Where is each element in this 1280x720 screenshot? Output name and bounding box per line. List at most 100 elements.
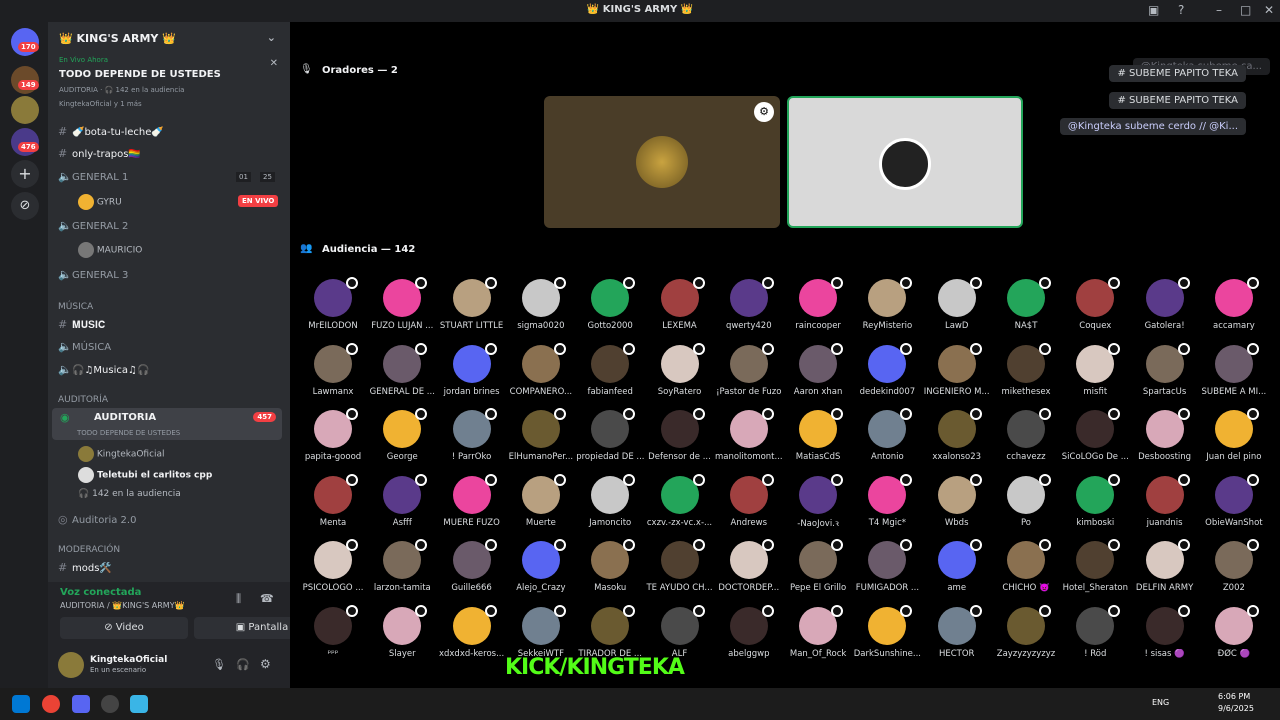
audience-member[interactable]: ame [923,539,991,593]
category-musica[interactable]: MÚSICA [58,302,93,312]
audience-member[interactable]: jordan brines [438,342,506,397]
audience-member[interactable]: Desboosting [1131,408,1199,462]
clock-date[interactable]: 9/6/2025 [1218,704,1254,713]
audience-member[interactable]: Muerte [507,473,575,528]
voice-user-mauricio[interactable]: MAURICIO [78,242,142,258]
notepad-icon[interactable] [130,695,148,713]
audience-member[interactable]: sigma0020 [507,277,575,331]
audience-member[interactable]: Jamoncito [576,473,644,528]
video-button[interactable]: ⊘ Video [60,617,188,639]
maximize-icon[interactable]: □ [1240,3,1251,17]
audience-member[interactable]: Masoku [576,539,644,593]
chevron-down-icon[interactable]: ⌄ [267,31,276,44]
audience-member[interactable]: ¡Pastor de Fuzo [715,342,783,397]
audience-member[interactable]: DELFIN ARMY [1131,539,1199,593]
audience-member[interactable]: CHICHO 👿 [992,539,1060,593]
speaker-tile[interactable]: ⚙ [544,96,780,228]
audience-member[interactable]: T4 Mgic* [853,473,921,528]
audience-member[interactable]: ElHumanoPer... [507,408,575,462]
audience-member[interactable]: Antonio [853,408,921,462]
audience-member[interactable]: TIRADOR DE ... [576,604,644,659]
audience-member[interactable]: Z002 [1200,539,1268,593]
audience-member[interactable]: Defensor de ... [646,408,714,462]
audience-member[interactable]: ᵖᵖᵖ [299,604,367,659]
stage-user-kingteka[interactable]: KingtekaOficial [78,446,165,462]
discord-icon[interactable] [72,695,90,713]
server-icon[interactable] [11,96,39,124]
audience-member[interactable]: Gatolera! [1131,277,1199,331]
stage-user-teletubi[interactable]: Teletubi el carlitos cpp [78,467,212,483]
audience-member[interactable]: Hotel_Sheraton [1061,539,1129,593]
audience-member[interactable]: Juan del pino [1200,408,1268,462]
clock-time[interactable]: 6:06 PM [1218,692,1250,701]
audience-member[interactable]: manolitomont... [715,408,783,462]
audience-member[interactable]: ! sisas 🟣 [1131,604,1199,659]
channel-music[interactable]: # 𝐌𝐔𝐒𝐈𝐂 [58,316,105,334]
audience-member[interactable]: PSICOLOGO ... [299,539,367,593]
audience-member[interactable]: FUMIGADOR ... [853,539,921,593]
audience-member[interactable]: Man_Of_Rock [784,604,852,659]
audience-member[interactable]: ! Röd [1061,604,1129,659]
chrome-icon[interactable] [42,695,60,713]
audience-member[interactable]: SiCoLOGo De ... [1061,408,1129,462]
audience-member[interactable]: propiedad DE ... [576,408,644,462]
audience-member[interactable]: STUART LITTLE [438,277,506,331]
audience-member[interactable]: DOCTORDEP... [715,539,783,593]
close-window-icon[interactable]: ✕ [1264,3,1274,17]
audience-member[interactable]: GENERAL DE ... [368,342,436,397]
audience-member[interactable]: MrEILODON [299,277,367,331]
audience-member[interactable]: TE AYUDO CH... [646,539,714,593]
audience-member[interactable]: INGENIERO M... [923,342,991,397]
voice-location[interactable]: AUDITORIA / 👑KING'S ARMY👑 [60,601,185,610]
server-header[interactable]: 👑 KING'S ARMY 👑 ⌄ [48,22,290,54]
audience-member[interactable]: Zayzyzyzyzyz [992,604,1060,659]
audience-member[interactable]: Po [992,473,1060,528]
audience-member[interactable]: xdxdxd-keros... [438,604,506,659]
audience-member[interactable]: Andrews [715,473,783,528]
audience-member[interactable]: COMPAÑERO... [507,342,575,397]
audience-member[interactable]: Pepe El Grillo [784,539,852,593]
channel-general1[interactable]: 🔈GENERAL 1 [58,168,128,186]
audience-member[interactable]: Wbds [923,473,991,528]
audience-member[interactable]: MatiasCdS [784,408,852,462]
headphones-icon[interactable]: 🎧 [236,658,250,671]
gear-icon[interactable]: ⚙ [260,657,271,671]
language-indicator[interactable]: ENG [1152,698,1169,707]
audience-member[interactable]: Alejo_Crazy [507,539,575,593]
inbox-icon[interactable]: ▣ [1148,3,1159,17]
audience-member[interactable]: dedekind007 [853,342,921,397]
mic-icon[interactable]: 🎙 [212,658,226,671]
audience-member[interactable]: fabianfeed [576,342,644,397]
soundboard-icon[interactable]: ⫼ [236,592,241,606]
audience-member[interactable]: Menta [299,473,367,528]
audience-member[interactable]: HÉCTOR [923,604,991,659]
audience-member[interactable]: SekkeiWTF [507,604,575,659]
audience-member[interactable]: LawD [923,277,991,331]
audience-member[interactable]: Asfff [368,473,436,528]
audience-member[interactable]: Slayer [368,604,436,659]
audience-member[interactable]: Lawmanx [299,342,367,397]
audience-member[interactable]: LEXEMA [646,277,714,331]
add-server-icon[interactable]: + [11,160,39,188]
audience-member[interactable]: abelggwp [715,604,783,659]
audience-member[interactable]: ReyMisterio [853,277,921,331]
category-auditoria[interactable]: AUDITORÍA [58,395,108,405]
audience-member[interactable]: MUERE FUZO [438,473,506,528]
disconnect-icon[interactable]: ☎ [260,592,274,605]
audience-member[interactable]: NA$T [992,277,1060,331]
audience-member[interactable]: -NaoJovi.ꝛ [784,473,852,529]
app-icon[interactable] [101,695,119,713]
audience-member[interactable]: xxalonso23 [923,408,991,462]
minimize-icon[interactable]: – [1216,3,1222,17]
audience-member[interactable]: misfit [1061,342,1129,397]
audience-member[interactable]: SoyRatero [646,342,714,397]
channel-auditoria2[interactable]: ◎ Auditoria 2.0 [58,511,136,529]
audience-member[interactable]: Aaron xhan [784,342,852,397]
audience-member[interactable]: ! ParrOko [438,408,506,462]
channel-mods[interactable]: # mods🛠️ [58,559,112,577]
audience-member[interactable]: cchavezz [992,408,1060,462]
audience-member[interactable]: ALF [646,604,714,659]
explore-icon[interactable]: ⊘ [11,192,39,220]
audience-member[interactable]: kimboski [1061,473,1129,528]
live-banner[interactable]: En Vivo Ahora TODO DEPENDE DE USTEDES AU… [54,56,284,120]
